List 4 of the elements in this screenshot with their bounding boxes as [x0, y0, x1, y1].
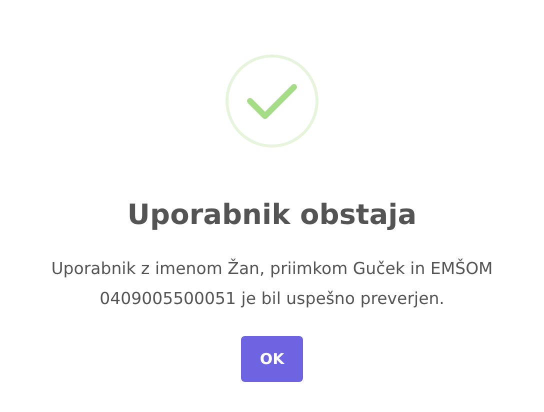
ok-button[interactable]: OK — [241, 336, 303, 382]
dialog-title: Uporabnik obstaja — [127, 198, 417, 232]
checkmark-icon — [225, 54, 319, 148]
dialog-message: Uporabnik z imenom Žan, priimkom Guček in EMŠOM 0409005500051 je bil uspešno preverjen. — [50, 258, 494, 310]
